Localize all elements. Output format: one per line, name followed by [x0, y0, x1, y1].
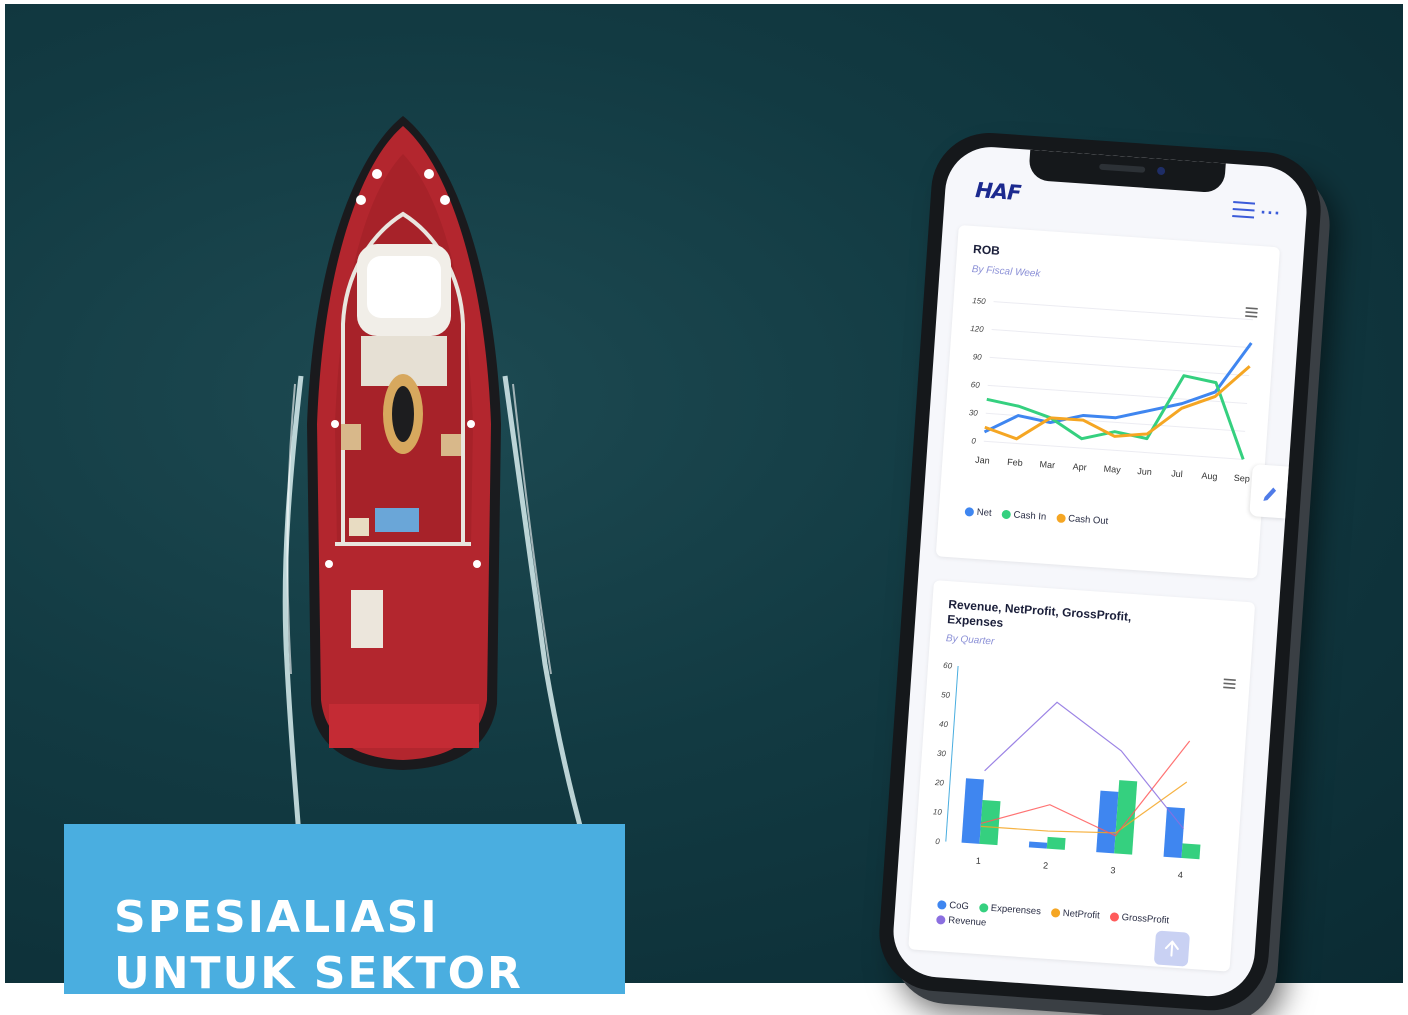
- legend-label: CoG: [948, 899, 970, 913]
- bar: [1028, 841, 1048, 849]
- rob-chart-card: ROB By Fiscal Week 150 120 90 60 30 0 Jan Feb Ma…: [935, 224, 1281, 579]
- gridline: [993, 301, 1253, 321]
- y-tick-label: 10: [933, 807, 943, 817]
- legend-dot: [937, 900, 947, 910]
- legend-label: Revenue: [947, 914, 987, 929]
- y-tick-label: 20: [934, 778, 945, 788]
- legend-label: Cash In: [1013, 509, 1047, 523]
- chart-menu-icon-bar: [1245, 311, 1258, 314]
- y-tick-label: 60: [971, 380, 981, 390]
- legend-item[interactable]: CoG: [937, 899, 969, 912]
- legend-item[interactable]: Revenue: [936, 914, 987, 929]
- phone-mockup: HAF ··· ROB By Fiscal Week 150 120 90 60 30 0…: [875, 129, 1334, 1015]
- legend-dot: [964, 507, 975, 517]
- revenue-bar-chart: 60 50 40 30 20 10 0 1 2 3 4: [933, 661, 1236, 880]
- y-tick-label: 0: [971, 436, 977, 445]
- x-tick-label: Sep: [1234, 473, 1251, 484]
- camera: [1156, 166, 1166, 176]
- series-line: [980, 781, 1188, 834]
- hamburger-menu-icon[interactable]: [1232, 200, 1256, 219]
- x-tick-label: Mar: [1039, 459, 1055, 470]
- revenue-chart-card: Revenue, NetProfit, GrossProfit, Expense…: [908, 580, 1256, 972]
- chart-legend: CoG Experenses NetProfit GrossProfit Revenue: [936, 899, 1177, 942]
- headline-text: SPESIALIASI UNTUK SEKTOR: [114, 892, 523, 999]
- legend-label: GrossProfit: [1121, 912, 1170, 927]
- series-line: [984, 701, 1184, 830]
- legend-item[interactable]: GrossProfit: [1109, 911, 1169, 926]
- phone-screen: HAF ··· ROB By Fiscal Week 150 120 90 60 30 0…: [890, 144, 1310, 1000]
- bar: [1114, 780, 1138, 855]
- legend-item[interactable]: Experenses: [978, 902, 1041, 917]
- app-logo: HAF: [974, 178, 1022, 206]
- x-tick-label: Jun: [1137, 466, 1152, 477]
- legend-label: Cash Out: [1067, 513, 1109, 528]
- x-tick-label: Jan: [975, 455, 990, 466]
- x-tick-label: Feb: [1007, 457, 1023, 468]
- y-tick-label: 40: [939, 719, 949, 729]
- y-tick-label: 60: [943, 661, 953, 671]
- bar: [1181, 843, 1201, 860]
- x-tick-label: Apr: [1072, 462, 1087, 473]
- y-tick-label: 30: [969, 408, 979, 418]
- x-tick-label: 3: [1110, 865, 1116, 875]
- legend-dot: [1001, 509, 1011, 520]
- legend-label: NetProfit: [1062, 907, 1101, 922]
- edit-tab[interactable]: [1249, 464, 1289, 519]
- phone-body: HAF ··· ROB By Fiscal Week 150 120 90 60 30 0…: [875, 129, 1325, 1015]
- legend-item[interactable]: Cash Out: [1055, 512, 1109, 528]
- pencil-icon: [1263, 487, 1277, 501]
- y-tick-label: 30: [937, 749, 947, 759]
- chart-menu-icon: [1245, 307, 1258, 318]
- legend-label: Net: [976, 506, 992, 519]
- legend-dot: [978, 903, 989, 913]
- legend-item[interactable]: Net: [964, 506, 992, 519]
- x-tick-label: 2: [1043, 860, 1049, 870]
- chart-subtitle: By Quarter: [945, 633, 995, 648]
- x-tick-label: 4: [1177, 870, 1183, 880]
- y-tick-label: 50: [941, 690, 951, 700]
- legend-dot: [1109, 912, 1119, 922]
- chart-menu-icon-bar: [1223, 678, 1236, 681]
- headline-banner: SPESIALIASI UNTUK SEKTOR: [64, 824, 625, 999]
- y-tick-label: 120: [970, 324, 984, 334]
- legend-label: Experenses: [990, 902, 1042, 918]
- gridline: [991, 329, 1252, 349]
- speaker: [1099, 163, 1146, 173]
- y-tick-label: 0: [935, 837, 941, 846]
- chart-menu-icon-bar: [1245, 307, 1258, 310]
- y-tick-label: 90: [972, 352, 982, 362]
- gridline: [983, 440, 1244, 460]
- x-tick-label: Jul: [1171, 468, 1183, 479]
- legend-dot: [1055, 513, 1066, 524]
- arrow-up-icon: [1164, 940, 1179, 957]
- x-tick-label: Aug: [1201, 471, 1218, 482]
- legend-dot: [936, 915, 946, 925]
- phone-notch: [1028, 149, 1226, 194]
- bar: [1163, 807, 1185, 859]
- chart-menu-icon-bar: [1223, 686, 1236, 689]
- x-tick-label: May: [1103, 464, 1121, 475]
- scroll-top-button[interactable]: [1153, 930, 1191, 967]
- x-tick-label: 1: [975, 856, 981, 866]
- legend-dot: [1050, 908, 1061, 918]
- chart-menu-icon-bar: [1223, 682, 1236, 685]
- series-line: [980, 740, 1191, 837]
- series-line: [986, 374, 1245, 460]
- more-dots-icon[interactable]: ···: [1260, 202, 1282, 224]
- series-line: [984, 365, 1251, 441]
- chart-subtitle: By Fiscal Week: [971, 263, 1041, 280]
- legend-item[interactable]: Cash In: [1001, 509, 1047, 523]
- chart-menu-icon: [1223, 678, 1236, 689]
- chart-menu-icon-bar: [1245, 315, 1258, 318]
- y-tick-label: 150: [972, 296, 986, 306]
- bar: [1046, 836, 1066, 850]
- gridline: [989, 356, 1250, 377]
- legend-item[interactable]: NetProfit: [1050, 907, 1100, 921]
- rob-line-chart: 150 120 90 60 30 0 Jan Feb Mar Apr May Jun Jul Aug Sep: [969, 296, 1258, 484]
